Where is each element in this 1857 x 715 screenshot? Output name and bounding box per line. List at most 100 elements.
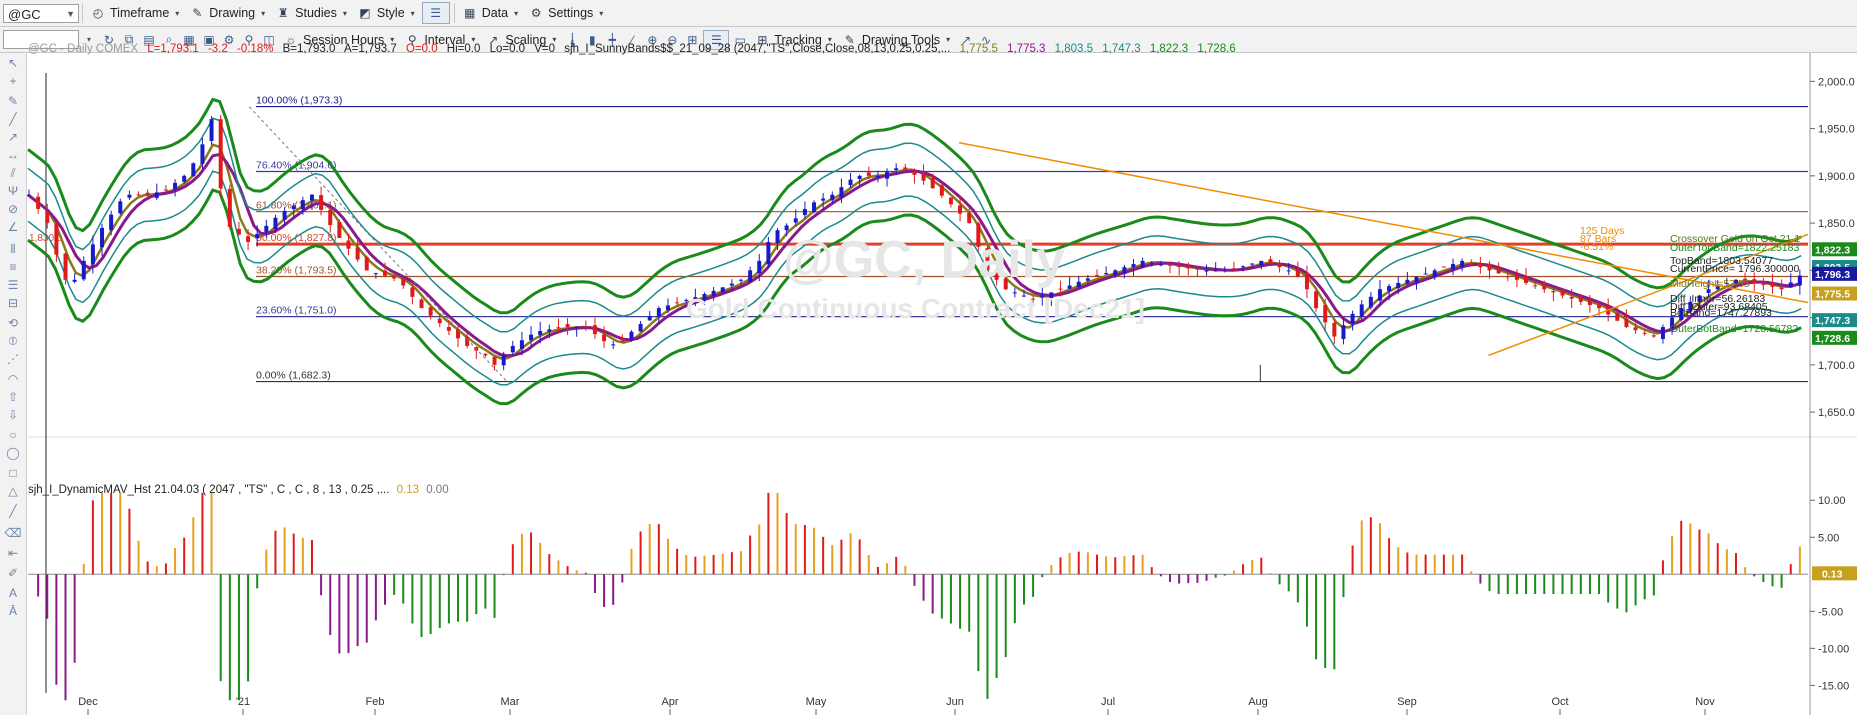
timeframe-menu[interactable]: ◴ Timeframe ▾ xyxy=(86,3,185,24)
candle-body xyxy=(1323,305,1328,323)
candle-body xyxy=(656,308,661,317)
candle-body xyxy=(227,188,232,227)
candle-body xyxy=(1368,296,1373,308)
candle-body xyxy=(1387,286,1392,292)
candle-body xyxy=(592,325,597,335)
candle-body xyxy=(63,253,68,280)
price-tag-label: 1,796.3 xyxy=(1815,269,1850,281)
candle-body xyxy=(1168,264,1173,266)
candle-body xyxy=(812,202,817,213)
candle-body xyxy=(602,334,607,342)
indicator-value-1: 0.13 xyxy=(396,484,420,496)
right-annotation: BotBand=1747.27893 xyxy=(1670,307,1772,319)
time-tick-label: Nov xyxy=(1695,696,1715,708)
candle-body xyxy=(519,340,524,349)
candle-body xyxy=(821,198,826,201)
candle-body xyxy=(830,194,835,201)
symbol-input[interactable]: @GC ▼ xyxy=(3,3,79,24)
candle-body xyxy=(739,279,743,281)
time-tick-label: Mar xyxy=(501,696,520,708)
data-menu[interactable]: ▦ Data ▾ xyxy=(458,3,524,24)
legend-last: L=1,793.1 xyxy=(147,43,199,55)
candle-body xyxy=(793,218,798,223)
candle-body xyxy=(1496,269,1501,274)
candle-body xyxy=(483,353,488,356)
price-tick-label: 1,700.0 xyxy=(1818,360,1855,372)
candle-body xyxy=(1021,295,1026,297)
candle-body xyxy=(939,185,944,196)
candle-body xyxy=(802,208,807,216)
legend-hi: Hi=0.0 xyxy=(446,43,481,55)
candle-body xyxy=(191,163,196,177)
layout-icon[interactable]: ☰ xyxy=(421,2,450,24)
candle-body xyxy=(1286,270,1291,272)
candle-body xyxy=(1377,289,1382,301)
time-tick-label: Dec xyxy=(78,696,98,708)
main-toolbar: @GC ▼ ◴ Timeframe ▾ ✎ Drawing ▾ ♜ Studies ▾ ◩ St… xyxy=(0,0,1857,27)
price-chart[interactable]: 2,000.01,950.01,900.01,850.01,800.01,750… xyxy=(0,53,1857,715)
candle-body xyxy=(54,223,59,255)
candle-body xyxy=(1551,291,1556,293)
legend-ask: A=1,793.7 xyxy=(343,43,397,55)
chevron-down-icon[interactable]: ▼ xyxy=(66,5,75,24)
candle-body xyxy=(684,300,689,302)
price-tick-label: 1,650.0 xyxy=(1818,407,1855,419)
drawing-menu[interactable]: ✎ Drawing ▾ xyxy=(185,3,271,24)
legend-volume: V=0 xyxy=(534,43,556,55)
fib-level-label: 23.60% (1,751.0) xyxy=(256,305,337,317)
right-annotation: MidHeight=57.55 xyxy=(1670,278,1750,290)
candle-body xyxy=(236,228,241,235)
candle-body xyxy=(501,355,506,366)
candle-body xyxy=(1049,292,1054,299)
candle-body xyxy=(565,324,570,328)
candle-body xyxy=(1432,270,1437,278)
candle-body xyxy=(118,201,123,214)
candle-body xyxy=(574,327,579,329)
fib-level-label: 0.00% (1,682.3) xyxy=(256,370,331,382)
candle-body xyxy=(1158,264,1163,266)
candle-body xyxy=(36,196,41,209)
indicator-name: sjh_I_DynamicMAV_Hst 21.04.03 ( 2047 , "… xyxy=(28,484,390,496)
candle-body xyxy=(45,212,50,224)
candle-body xyxy=(1231,268,1236,270)
candle-body xyxy=(1615,313,1620,321)
candle-body xyxy=(1259,260,1264,266)
candle-body xyxy=(1797,275,1802,286)
candle-body xyxy=(976,223,981,247)
candle-body xyxy=(583,326,588,328)
right-annotation: -6.51% xyxy=(1580,241,1613,253)
clock-icon: ◴ xyxy=(92,6,104,20)
candle-body xyxy=(866,172,871,176)
candle-body xyxy=(291,205,296,210)
candle-body xyxy=(1177,265,1182,267)
candle-body xyxy=(1578,296,1583,302)
candle-body xyxy=(309,194,314,201)
candle-body xyxy=(903,167,908,170)
pencil-icon: ✎ xyxy=(192,6,203,20)
price-tag-label: 1,822.3 xyxy=(1815,244,1850,256)
candle-body xyxy=(757,260,762,274)
indicator-tick-label: -15.00 xyxy=(1818,680,1849,692)
candle-body xyxy=(894,168,899,171)
studies-menu[interactable]: ♜ Studies ▾ xyxy=(271,3,353,24)
candle-body xyxy=(163,189,168,191)
candle-body xyxy=(1113,270,1118,275)
candle-body xyxy=(611,344,616,346)
legend-value-1: 1,775.5 xyxy=(959,43,998,55)
candle-body xyxy=(90,244,95,265)
candle-body xyxy=(337,221,342,238)
style-menu[interactable]: ◩ Style ▾ xyxy=(353,3,421,24)
candle-body xyxy=(1359,304,1364,317)
candle-body xyxy=(145,192,150,195)
candle-body xyxy=(410,287,415,297)
candle-body xyxy=(1478,263,1483,268)
fib-level-label: 38.20% (1,793.5) xyxy=(256,264,337,276)
candle-body xyxy=(182,175,187,182)
candle-body xyxy=(994,269,999,280)
indicator-tick-label: 10.00 xyxy=(1818,495,1846,507)
candle-body xyxy=(1752,279,1757,283)
candle-body xyxy=(1140,260,1145,268)
candle-body xyxy=(647,316,652,321)
settings-menu[interactable]: ⚙ Settings ▾ xyxy=(524,3,609,24)
chevron-down-icon: ▾ xyxy=(514,8,519,18)
